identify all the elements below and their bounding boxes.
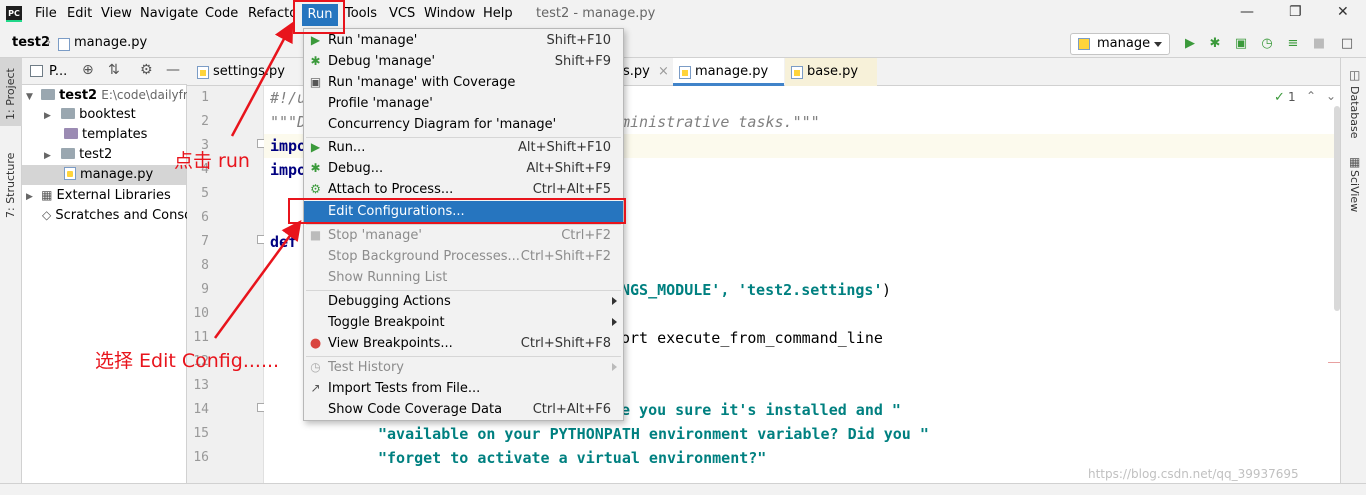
annotation-click-run: 点击 run (174, 150, 250, 172)
arrow-to-run-menu (230, 21, 294, 137)
arrow-to-edit-config (213, 219, 302, 339)
annotation-arrows (213, 21, 302, 339)
annotation-select-edit-config: 选择 Edit Config...... (95, 350, 280, 372)
watermark: https://blog.csdn.net/qq_39937695 (1088, 467, 1299, 481)
